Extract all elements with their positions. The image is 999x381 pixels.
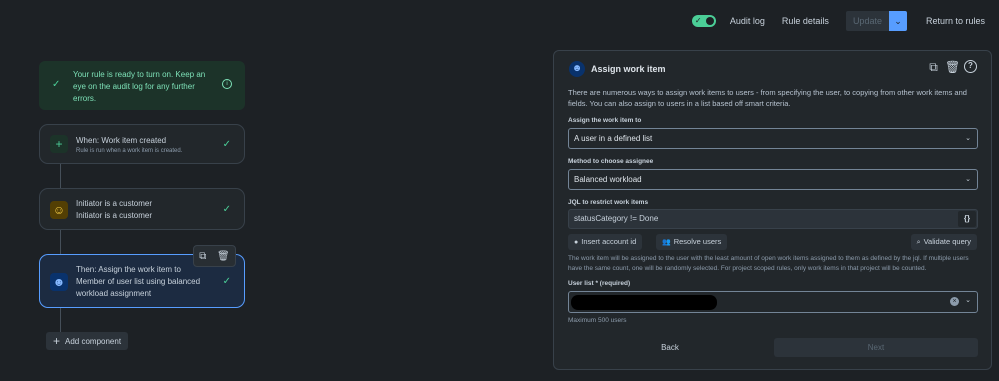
audit-log-link[interactable]: Audit log (730, 16, 765, 26)
flow-connector (60, 308, 61, 332)
node-actions-toolbar: ⧉ 🗑 (193, 245, 236, 267)
rule-details-link[interactable]: Rule details (782, 16, 829, 26)
insert-account-id-button[interactable]: ● Insert account id (568, 234, 643, 250)
jql-input[interactable]: statusCategory != Done {} (568, 209, 978, 229)
rule-enabled-toggle[interactable]: ✓ (691, 15, 716, 27)
assign-user-icon: ☻ (50, 273, 68, 291)
banner-text: Your rule is ready to turn on. Keep an e… (73, 70, 206, 103)
action-text: Then: Assign the work item to Member of … (76, 264, 200, 300)
return-to-rules-link[interactable]: Return to rules (926, 16, 985, 26)
condition-line-1: Initiator is a customer (76, 199, 153, 208)
check-icon: ✓ (222, 204, 231, 215)
chevron-down-icon: ⌄ (894, 16, 902, 26)
jql-value: statusCategory != Done (574, 214, 659, 223)
method-value: Balanced workload (574, 175, 642, 184)
validate-query-label: Validate query (923, 237, 971, 246)
user-icon: ● (574, 239, 579, 246)
braces-icon[interactable]: {} (958, 211, 976, 227)
panel-actions: ⧉ 🗑 ? (926, 60, 977, 75)
trigger-title: When: Work item created (76, 136, 167, 145)
plus-icon: + (50, 135, 68, 153)
add-component-label: Add component (65, 336, 122, 346)
plus-icon: + (53, 334, 61, 348)
trigger-subtitle: Rule is run when a work item is created. (76, 148, 183, 154)
method-label: Method to choose assignee (568, 158, 654, 165)
rule-ready-banner: ✓ Your rule is ready to turn on. Keep an… (39, 61, 245, 110)
assign-to-value: A user in a defined list (574, 134, 653, 143)
method-select[interactable]: Balanced workload ⌄ (568, 169, 978, 190)
user-icon: ☺ (50, 201, 68, 219)
back-button[interactable]: Back (568, 338, 772, 357)
duplicate-icon[interactable]: ⧉ (926, 60, 941, 75)
resolve-users-label: Resolve users (673, 237, 722, 246)
redacted-user-list-value (571, 295, 717, 310)
trash-icon[interactable]: 🗑 (217, 251, 230, 262)
assign-to-label: Assign the work item to (568, 117, 642, 124)
add-component-button[interactable]: + Add component (46, 332, 129, 350)
action-line-2: Member of user list using balanced (76, 277, 201, 286)
info-icon[interactable]: i (222, 79, 232, 89)
check-icon: ✓ (52, 79, 61, 90)
trigger-node[interactable]: + When: Work item created Rule is run wh… (39, 124, 245, 164)
flow-connector (60, 164, 61, 188)
clear-icon[interactable]: × (950, 297, 959, 306)
chevron-down-icon: ⌄ (965, 297, 971, 304)
panel-description: There are numerous ways to assign work i… (568, 88, 967, 108)
chevron-down-icon: ⌄ (965, 176, 971, 183)
insert-account-id-label: Insert account id (581, 237, 637, 246)
jql-label: JQL to restrict work items (568, 199, 649, 206)
update-button[interactable]: Update (845, 11, 889, 31)
assign-work-item-panel: ☻ Assign work item ⧉ 🗑 ? There are numer… (553, 50, 992, 370)
condition-line-2: Initiator is a customer (76, 211, 153, 220)
condition-text: Initiator is a customer Initiator is a c… (76, 198, 152, 222)
assign-to-select[interactable]: A user in a defined list ⌄ (568, 128, 978, 149)
user-list-label: User list * (required) (568, 280, 631, 287)
check-icon: ✓ (694, 16, 702, 25)
flow-connector (60, 230, 61, 254)
chevron-down-icon: ⌄ (965, 135, 971, 142)
trash-icon[interactable]: 🗑 (945, 60, 960, 75)
check-icon: ✓ (222, 139, 231, 150)
users-icon: 👥 (662, 239, 671, 246)
help-icon[interactable]: ? (964, 60, 977, 73)
condition-node[interactable]: ☺ Initiator is a customer Initiator is a… (39, 188, 245, 230)
check-icon: ✓ (222, 276, 231, 287)
panel-title: Assign work item (591, 64, 666, 74)
duplicate-icon[interactable]: ⧉ (199, 251, 206, 262)
action-line-1: Then: Assign the work item to (76, 265, 181, 274)
search-icon: ⌕ (916, 239, 921, 246)
action-line-3: workload assignment (76, 289, 152, 298)
resolve-users-button[interactable]: 👥 Resolve users (656, 234, 728, 250)
top-bar: ✓ Audit log Rule details Update ⌄ Return… (691, 9, 999, 33)
next-button[interactable]: Next (774, 338, 978, 357)
assignment-note: The work item will be assigned to the us… (568, 255, 969, 272)
assign-user-icon: ☻ (569, 61, 585, 77)
validate-query-button[interactable]: ⌕ Validate query (910, 234, 977, 250)
update-dropdown-button[interactable]: ⌄ (888, 11, 907, 31)
toggle-knob (705, 17, 714, 25)
max-users-hint: Maximum 500 users (568, 317, 627, 324)
user-list-select[interactable]: × ⌄ (568, 291, 978, 313)
